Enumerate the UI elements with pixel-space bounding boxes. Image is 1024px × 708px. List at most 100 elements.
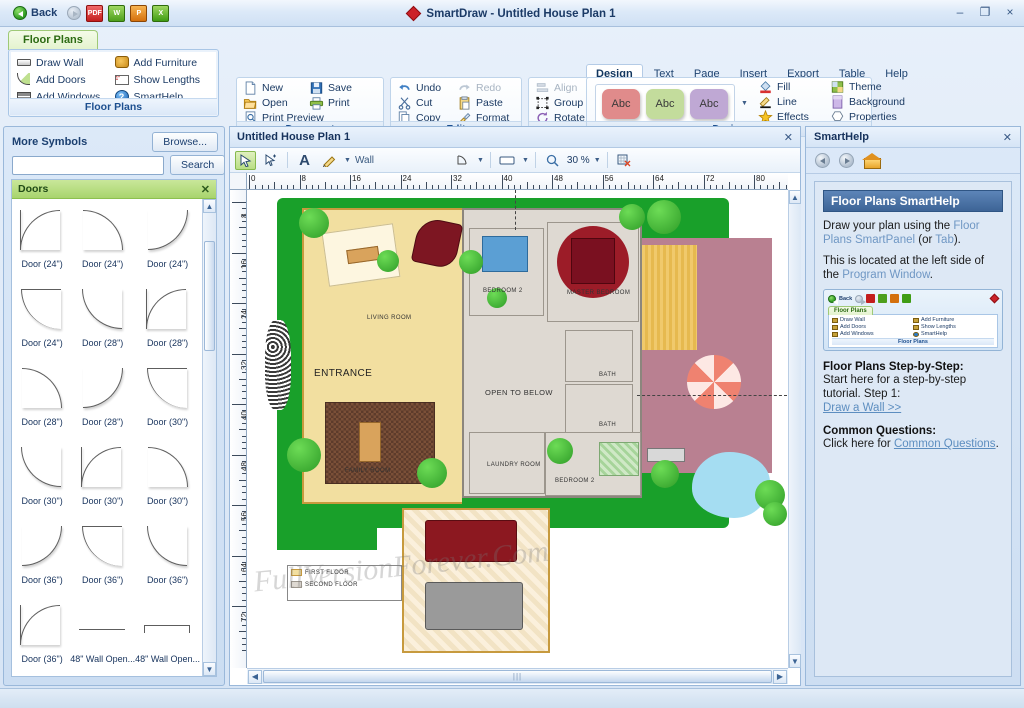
close-icon[interactable]: ✕	[1003, 131, 1012, 144]
tree-icon[interactable]	[287, 438, 321, 472]
symbol-item[interactable]: Door (30")	[14, 440, 70, 519]
restore-button[interactable]: ❐	[977, 4, 993, 20]
master-bed[interactable]	[571, 238, 615, 284]
smartpanel-add-doors[interactable]: Add Doors	[17, 73, 115, 86]
undo-button[interactable]: Undo	[397, 81, 457, 95]
close-button[interactable]: ×	[1002, 4, 1018, 20]
swatch-red[interactable]: Abc	[602, 88, 640, 119]
tree-icon[interactable]	[547, 438, 573, 464]
canvas-scroll-down-button[interactable]: ▼	[789, 654, 801, 668]
canvas-horizontal-scrollbar[interactable]: ◀ ||| ▶	[247, 668, 788, 684]
scroll-up-button[interactable]: ▲	[203, 199, 216, 213]
background-button[interactable]: Background	[830, 95, 905, 109]
word-export-icon[interactable]: W	[108, 4, 126, 22]
swatch-green[interactable]: Abc	[646, 88, 684, 119]
symbol-item[interactable]: Door (30")	[70, 440, 135, 519]
tree-icon[interactable]	[459, 250, 483, 274]
rectangle-shape-icon[interactable]	[497, 151, 518, 170]
swatch-more-chevron-down-icon[interactable]: ▼	[741, 100, 748, 107]
theme-button[interactable]: Theme	[830, 80, 905, 94]
text-tool-icon[interactable]: A	[294, 151, 315, 170]
tab-floor-plans[interactable]: Floor Plans	[8, 30, 98, 50]
forward-arrow-icon[interactable]	[839, 153, 854, 168]
excel-export-icon[interactable]: X	[152, 4, 170, 22]
car-bottom[interactable]	[425, 582, 523, 630]
symbol-item[interactable]: 48" Wall Open...	[135, 598, 200, 676]
door-insert-icon[interactable]	[452, 151, 473, 170]
tree-icon[interactable]	[299, 208, 329, 238]
common-questions-link[interactable]: Common Questions	[894, 438, 996, 450]
canvas-scroll-up-button[interactable]: ▲	[789, 190, 801, 204]
door-chevron-down-icon[interactable]: ▼	[477, 157, 484, 164]
canvas-scroll-thumb[interactable]: |||	[263, 670, 772, 683]
scroll-down-button[interactable]: ▼	[203, 662, 216, 676]
canvas-vertical-scrollbar[interactable]: ▲ ▼	[788, 190, 801, 668]
draw-a-wall-link[interactable]: Draw a Wall >>	[823, 402, 901, 414]
scroll-thumb[interactable]	[204, 241, 215, 351]
smartpanel-add-furniture[interactable]: Add Furniture	[114, 56, 213, 69]
symbol-item[interactable]: Door (36")	[14, 519, 70, 598]
pencil-tool-icon[interactable]	[319, 151, 340, 170]
drawing-canvas[interactable]: LIVING ROOM ENTRANCE BEDROOM 2 MASTER BE…	[247, 190, 788, 668]
minimize-button[interactable]: –	[952, 4, 968, 20]
symbol-item[interactable]: Door (28")	[70, 282, 135, 361]
swatch-purple[interactable]: Abc	[690, 88, 728, 119]
symbol-item[interactable]: Door (30")	[135, 361, 200, 440]
fill-button[interactable]: Fill	[758, 80, 830, 94]
zoom-chevron-down-icon[interactable]: ▼	[594, 157, 601, 164]
paste-button[interactable]: Paste	[457, 96, 515, 110]
shrub-icon[interactable]	[265, 320, 291, 410]
deck-wood[interactable]	[642, 245, 697, 350]
symbol-item[interactable]: Door (28")	[70, 361, 135, 440]
document-tab-title[interactable]: Untitled House Plan 1	[237, 131, 350, 143]
close-icon[interactable]: ✕	[784, 131, 793, 144]
tree-icon[interactable]	[647, 200, 681, 234]
wall-style-chevron-down-icon[interactable]: ▼	[344, 157, 351, 164]
symbol-item[interactable]: Door (24")	[14, 282, 70, 361]
canvas-scroll-right-button[interactable]: ▶	[773, 669, 787, 684]
save-button[interactable]: Save	[309, 81, 377, 95]
forward-arrow-icon[interactable]	[67, 6, 82, 20]
bedroom-2-bed[interactable]	[599, 442, 639, 476]
symbol-item[interactable]: Door (30")	[135, 440, 200, 519]
tree-icon[interactable]	[651, 460, 679, 488]
pdf-export-icon[interactable]: PDF	[86, 4, 104, 22]
move-pointer-icon[interactable]	[260, 151, 281, 170]
new-button[interactable]: New	[243, 81, 309, 95]
symbol-item[interactable]: Door (28")	[135, 282, 200, 361]
clear-grid-icon[interactable]	[614, 151, 635, 170]
print-button[interactable]: Print	[309, 96, 377, 110]
patio-umbrella[interactable]	[687, 355, 741, 409]
tree-icon[interactable]	[377, 250, 399, 272]
search-button[interactable]: Search	[170, 155, 226, 175]
tree-icon[interactable]	[619, 204, 645, 230]
browse-button[interactable]: Browse...	[152, 132, 218, 152]
symbols-scrollbar[interactable]: ▲ ▼	[202, 199, 216, 676]
smartpanel-show-lengths[interactable]: 1" Show Lengths	[114, 73, 213, 86]
line-button[interactable]: Line	[758, 95, 830, 109]
symbol-item[interactable]: Door (24")	[135, 203, 200, 282]
symbol-item[interactable]: Door (36")	[135, 519, 200, 598]
symbol-item[interactable]: Door (36")	[70, 519, 135, 598]
bed-upper[interactable]	[482, 236, 528, 272]
tree-icon[interactable]	[763, 502, 787, 526]
arrow-select-icon[interactable]	[235, 150, 256, 170]
symbol-item[interactable]: Door (28")	[14, 361, 70, 440]
tab-link[interactable]: Tab	[935, 234, 954, 246]
canvas-scroll-left-button[interactable]: ◀	[248, 669, 262, 684]
smartpanel-draw-wall[interactable]: Draw Wall	[17, 56, 115, 69]
close-icon[interactable]: ✕	[201, 183, 210, 196]
tree-icon[interactable]	[417, 458, 447, 488]
symbol-item[interactable]: 48" Wall Open...	[70, 598, 135, 676]
back-arrow-icon[interactable]	[815, 153, 830, 168]
symbol-item[interactable]: Door (24")	[14, 203, 70, 282]
program-window-link[interactable]: Program Window	[842, 269, 930, 281]
symbol-item[interactable]: Door (36")	[14, 598, 70, 676]
open-button[interactable]: Open	[243, 96, 309, 110]
home-icon[interactable]	[862, 153, 882, 169]
redo-button[interactable]: Redo	[457, 81, 515, 95]
back-button[interactable]: Back	[8, 5, 62, 21]
search-input[interactable]	[12, 155, 164, 175]
dining-table[interactable]	[359, 422, 381, 462]
cut-button[interactable]: Cut	[397, 96, 457, 110]
